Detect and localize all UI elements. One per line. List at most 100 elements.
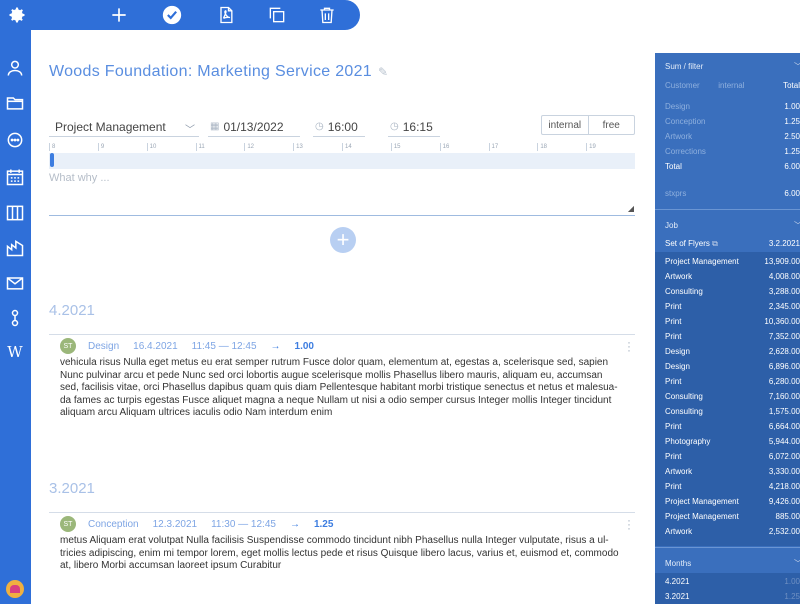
job-label: Project Management — [665, 512, 739, 521]
columns-icon[interactable] — [4, 202, 26, 224]
job-row[interactable]: Consulting 7,160.00 — [665, 389, 800, 404]
avatar: ST — [60, 338, 76, 354]
more-menu-icon[interactable]: · · · — [627, 514, 631, 534]
chevron-down-icon: ﹀ — [185, 125, 195, 136]
column-internal[interactable]: internal — [718, 81, 744, 90]
job-value: 1,575.00 — [768, 407, 800, 416]
calendar-icon: ▦ — [210, 121, 220, 132]
sum-value: 6.00 — [784, 189, 800, 198]
gear-icon[interactable] — [6, 4, 28, 26]
month-row[interactable]: 3.2021 1.25 — [665, 589, 800, 604]
job-row[interactable]: Print 10,360.00 — [665, 314, 800, 329]
job-set-row[interactable]: Set of Flyers ⧉ 3.2.2021 — [665, 236, 800, 251]
trash-icon[interactable] — [316, 4, 338, 26]
project-select[interactable]: Project Management ﹀ — [49, 117, 199, 137]
sum-row: Artwork 2.50 — [665, 129, 800, 144]
end-time-field[interactable]: ◷ 16:15 — [388, 117, 440, 137]
date-field[interactable]: ▦ 01/13/2022 — [208, 117, 300, 137]
job-label: Print — [665, 332, 682, 341]
job-header[interactable]: Job — [665, 221, 678, 230]
job-value: 13,909.00 — [764, 257, 800, 266]
timeline-hour-label: 10 — [146, 143, 156, 151]
add-entry-button[interactable]: + — [330, 227, 356, 253]
job-row[interactable]: Artwork 3,330.00 — [665, 464, 800, 479]
job-value: 6,664.00 — [768, 422, 800, 431]
factory-icon[interactable] — [4, 237, 26, 259]
link-icon[interactable] — [4, 307, 26, 329]
external-link-icon[interactable]: ⧉ — [712, 239, 718, 248]
sum-label: Artwork — [665, 132, 693, 141]
description-placeholder: What why ... — [49, 172, 110, 184]
job-row[interactable]: Photography 5,944.00 — [665, 434, 800, 449]
mail-icon[interactable] — [4, 272, 26, 294]
job-row[interactable]: Print 6,072.00 — [665, 449, 800, 464]
panel-divider — [655, 547, 800, 548]
job-label: Print — [665, 452, 682, 461]
top-toolbar — [0, 0, 360, 30]
user-avatar[interactable] — [6, 580, 24, 598]
month-label: 4.2021 — [665, 577, 690, 586]
job-label: Consulting — [665, 392, 703, 401]
chevron-down-icon[interactable]: ﹀ — [794, 558, 800, 569]
job-row[interactable]: Print 6,664.00 — [665, 419, 800, 434]
timeline-track[interactable] — [49, 153, 635, 169]
day-timeline[interactable]: 8 9 10 11 12 13 14 15 16 17 18 19 — [49, 143, 635, 169]
job-value: 6,072.00 — [768, 452, 800, 461]
job-label: Print — [665, 377, 682, 386]
sum-filter-header[interactable]: Sum / filter — [665, 62, 703, 71]
sum-label: stxprs — [665, 189, 687, 198]
toggle-internal[interactable]: internal — [542, 116, 589, 134]
time-entry: ST Design 16.4.2021 11:45 — 12:45 → 1.00… — [49, 334, 635, 420]
copy-icon[interactable] — [266, 4, 288, 26]
job-value: 9,426.00 — [768, 497, 800, 506]
job-row[interactable]: Design 6,896.00 — [665, 359, 800, 374]
wikipedia-icon[interactable]: W — [4, 341, 26, 363]
entry-line: at, libero Morbi accumsan laoreet ipsum … — [60, 560, 282, 572]
chevron-down-icon[interactable]: ﹀ — [794, 61, 800, 72]
sum-value: 1.25 — [784, 117, 800, 126]
job-row[interactable]: Artwork 4,008.00 — [665, 269, 800, 284]
sum-row: Corrections 1.25 — [665, 144, 800, 159]
chevron-down-icon[interactable]: ﹀ — [794, 220, 800, 231]
job-value: 2,532.00 — [768, 527, 800, 536]
months-header[interactable]: Months — [665, 559, 691, 568]
column-customer[interactable]: Customer — [665, 81, 700, 90]
job-label: Artwork — [665, 272, 693, 281]
month-value: 1.25 — [784, 592, 800, 601]
folder-icon[interactable] — [4, 92, 26, 114]
job-value: 2,628.00 — [768, 347, 800, 356]
timeline-marker[interactable] — [50, 153, 54, 167]
entry-time: 11:30 — 12:45 — [211, 518, 276, 530]
job-row[interactable]: Consulting 3,288.00 — [665, 284, 800, 299]
chat-icon[interactable] — [4, 129, 26, 151]
job-row[interactable]: Project Management 13,909.00 — [665, 254, 800, 269]
job-row[interactable]: Print 2,345.00 — [665, 299, 800, 314]
pdf-icon[interactable] — [215, 4, 237, 26]
more-menu-icon[interactable]: · · · — [627, 336, 631, 356]
job-row[interactable]: Consulting 1,575.00 — [665, 404, 800, 419]
pencil-icon[interactable]: ✎ — [378, 65, 388, 79]
toggle-free[interactable]: free — [589, 116, 635, 134]
job-row[interactable]: Design 2,628.00 — [665, 344, 800, 359]
calendar-icon[interactable] — [4, 166, 26, 188]
sum-row: Conception 1.25 — [665, 114, 800, 129]
job-row[interactable]: Project Management 885.00 — [665, 509, 800, 524]
job-row[interactable]: Print 4,218.00 — [665, 479, 800, 494]
page-title: Woods Foundation: Marketing Service 2021… — [49, 63, 388, 81]
timeline-hour-label: 11 — [195, 143, 205, 151]
job-row[interactable]: Print 7,352.00 — [665, 329, 800, 344]
column-total[interactable]: Total — [783, 81, 800, 90]
month-row[interactable]: 4.2021 1.00 — [665, 574, 800, 589]
user-icon[interactable] — [4, 57, 26, 79]
start-time-field[interactable]: ◷ 16:00 — [313, 117, 365, 137]
arrow-icon: → — [289, 518, 300, 530]
job-row[interactable]: Print 6,280.00 — [665, 374, 800, 389]
job-row[interactable]: Artwork 2,532.00 — [665, 524, 800, 539]
description-textarea[interactable]: What why ... ◢ — [49, 170, 635, 216]
plus-icon[interactable] — [108, 4, 130, 26]
resize-handle-icon[interactable]: ◢ — [628, 204, 634, 213]
job-row[interactable]: Project Management 9,426.00 — [665, 494, 800, 509]
job-label: Artwork — [665, 527, 693, 536]
clock-icon: ◷ — [390, 121, 399, 132]
check-circle-icon[interactable] — [161, 4, 183, 26]
